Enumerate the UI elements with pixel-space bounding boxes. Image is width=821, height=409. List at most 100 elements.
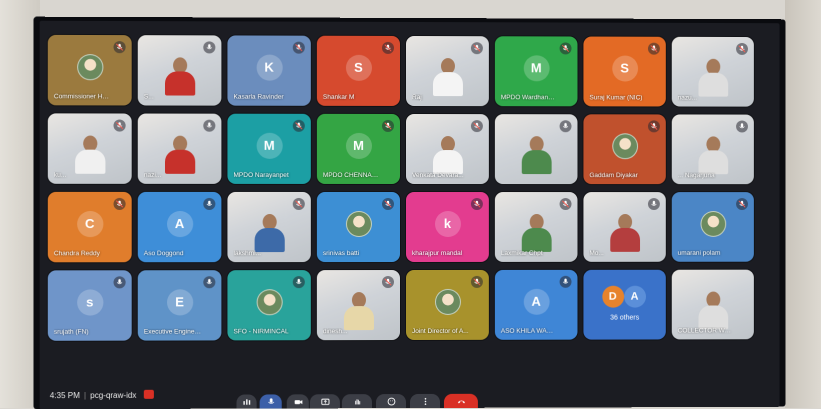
divider: | — [84, 391, 87, 401]
participant-tile[interactable]: D A 36 others — [583, 269, 666, 340]
participant-tile[interactable]: COLLECTOR WA... — [671, 269, 754, 340]
participant-name: S... — [143, 93, 154, 101]
participant-tile[interactable]: M MPDO CHENNAR... — [316, 113, 401, 184]
participant-tile[interactable]: S Suraj Kumar (NIC) — [583, 36, 666, 107]
call-controls — [40, 377, 780, 409]
participant-name: lakshmi... — [233, 250, 262, 258]
participant-avatar: C — [76, 210, 103, 237]
participant-tile[interactable]: Raj — [406, 35, 489, 107]
participant-name: Venkata Devara... — [412, 172, 464, 180]
participant-tile[interactable]: S... — [137, 35, 222, 106]
participant-name: nazi... — [143, 171, 162, 179]
participant-tile[interactable]: Gaddam Diyakar — [583, 114, 666, 185]
emoji-button[interactable] — [375, 394, 407, 409]
participant-body — [343, 306, 374, 331]
participant-avatar: A — [166, 210, 193, 237]
participant-tile[interactable]: Joint Director of A... — [406, 269, 489, 341]
meeting-details-icon[interactable] — [143, 389, 154, 399]
others-avatar: D — [601, 285, 624, 308]
mic-muted-icon — [381, 197, 394, 210]
mic-icon — [203, 119, 216, 132]
participant-tile[interactable]: A ASO KHILA WARA... — [494, 269, 578, 340]
participant-tile[interactable]: ku... — [47, 113, 132, 184]
participant-tile[interactable]: SFO - NIRMINCAL — [227, 270, 311, 341]
participant-tile[interactable]: Laxmikar Chpt — [494, 192, 578, 262]
mic-icon — [203, 41, 216, 54]
participant-tile[interactable]: M MPDO Narayanpet — [227, 113, 311, 184]
participant-body — [521, 150, 552, 175]
participant-tile[interactable] — [494, 114, 578, 185]
participant-name: Shankar M — [322, 93, 355, 101]
raise-hand-icon — [352, 397, 361, 406]
mic-muted-icon — [647, 42, 660, 55]
camera-button[interactable] — [286, 394, 309, 409]
participant-tile[interactable]: umarani polam — [671, 192, 754, 262]
mic-muted-icon — [736, 42, 748, 55]
participant-name: MPDO CHENNAR... — [322, 171, 380, 179]
participant-body — [74, 149, 105, 174]
participant-name: umarani polam — [677, 249, 721, 257]
participant-tile[interactable]: S Shankar M — [316, 35, 401, 106]
mic-muted-icon — [113, 41, 126, 54]
participant-body — [698, 305, 728, 330]
video-feed — [519, 136, 553, 175]
mic-muted-icon — [647, 120, 660, 133]
mic-icon — [203, 197, 216, 210]
participant-tile[interactable]: nazu... — [671, 36, 754, 107]
mic-muted-icon — [470, 275, 483, 288]
profile-photo — [76, 53, 103, 80]
participant-name: dinesh... — [322, 328, 348, 336]
mic-muted-icon — [559, 198, 572, 211]
participant-tile[interactable]: K Kasarla Ravinder — [227, 35, 311, 106]
participant-tile[interactable]: E Executive Enginee... — [137, 270, 222, 341]
participant-name: COLLECTOR WA... — [677, 327, 735, 335]
bottom-control-bar: 4:35 PM | pcg-qraw-idx — [39, 376, 780, 409]
participant-tile[interactable]: lakshmi... — [227, 191, 311, 263]
participant-name: Gaddam Diyakar — [589, 172, 638, 180]
mic-muted-icon — [559, 42, 572, 55]
participant-tile[interactable]: dinesh... — [316, 270, 401, 341]
others-count-label: 36 others — [610, 314, 640, 322]
mic-muted-icon — [113, 197, 126, 210]
participant-name: srinivas batti — [322, 250, 360, 258]
participant-avatar: E — [166, 288, 193, 315]
leave-call-icon — [456, 396, 465, 405]
participant-name: Kasarla Ravinder — [233, 93, 284, 101]
mic-icon — [113, 276, 126, 289]
participant-name: srujath (FN) — [53, 328, 89, 336]
raise-hand-button[interactable] — [341, 394, 372, 409]
participant-tile[interactable]: ... Nagarjuna — [671, 114, 754, 185]
others-avatars: DA — [601, 285, 648, 310]
participant-name: Executive Enginee... — [143, 328, 202, 336]
mic-icon — [559, 120, 572, 133]
participant-tile[interactable]: srinivas batti — [316, 191, 401, 263]
microphone-button[interactable] — [259, 394, 282, 409]
participant-name: Laxmikar Chpt — [500, 249, 543, 257]
present-button[interactable] — [309, 394, 340, 409]
mic-muted-icon — [381, 41, 394, 54]
audio-levels-button[interactable] — [236, 394, 257, 409]
participant-name: Mo... — [589, 249, 604, 257]
participant-tile[interactable]: Venkata Devara... — [406, 113, 489, 185]
leave-call-button[interactable] — [443, 393, 478, 408]
participant-tile[interactable]: s srujath (FN) — [47, 270, 132, 341]
participant-tile[interactable]: A Aso Doggond — [137, 191, 222, 263]
participant-name: MPDO Narayanpet — [233, 171, 289, 179]
video-feed — [608, 213, 642, 252]
participant-avatar: M — [345, 132, 372, 159]
participant-avatar: s — [76, 288, 103, 316]
profile-photo — [256, 288, 283, 315]
meeting-info: 4:35 PM | pcg-qraw-idx — [50, 389, 154, 401]
participant-tile[interactable]: Commissioner Har... — [47, 34, 132, 106]
participant-tile[interactable]: M MPDO Wardhanne... — [494, 36, 578, 107]
participant-name: ku... — [53, 171, 67, 179]
participant-tile[interactable]: k kharajpur mandal — [406, 191, 489, 263]
emoji-icon — [386, 397, 395, 406]
participant-tile[interactable]: nazi... — [137, 113, 222, 184]
meeting-screen: Commissioner Har... S... K Kasarla Ravinder… — [39, 20, 780, 409]
participant-tile[interactable]: C Chandra Reddy — [47, 191, 132, 263]
participant-tile[interactable]: Mo... — [583, 192, 666, 262]
more-options-icon — [420, 396, 429, 405]
video-feed — [696, 58, 730, 97]
more-options-button[interactable] — [410, 393, 440, 409]
